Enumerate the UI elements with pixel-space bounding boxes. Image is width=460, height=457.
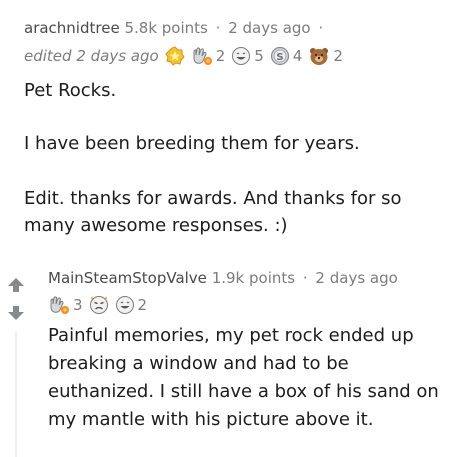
- comment-points: 5.8k points: [124, 19, 208, 37]
- award-haha[interactable]: 5: [231, 46, 264, 66]
- downvote-arrow-icon[interactable]: [8, 306, 24, 320]
- reply-time[interactable]: 2 days ago: [315, 269, 397, 287]
- award-count: 3: [73, 296, 83, 314]
- award-crying[interactable]: [89, 295, 109, 315]
- haha-face-award-icon: [115, 296, 134, 314]
- gold-star-award-icon: [165, 46, 185, 66]
- award-wholesome[interactable]: 2: [191, 46, 226, 66]
- award-count: 2: [137, 296, 148, 314]
- separator-dot: ·: [318, 19, 324, 37]
- upvote-arrow-icon[interactable]: [8, 278, 24, 292]
- comment-paragraph: I have been breeding them for years.: [24, 133, 360, 154]
- award-wholesome[interactable]: 3: [48, 295, 83, 315]
- award-gold[interactable]: [165, 46, 185, 66]
- comment-meta: arachnidtree 5.8k points · 2 days ago ·: [24, 19, 326, 37]
- award-count: 2: [333, 47, 343, 65]
- award-silver[interactable]: S 4: [270, 46, 303, 66]
- comment-paragraph: Pet Rocks.: [24, 80, 117, 101]
- reply-meta: MainSteamStopValve 1.9k points · 2 days …: [48, 269, 398, 287]
- bear-hug-award-icon: [310, 48, 329, 65]
- reply-points: 1.9k points: [211, 269, 296, 287]
- reply-username[interactable]: MainSteamStopValve: [48, 269, 207, 287]
- comment-paragraph: Edit. thanks for awards. And thanks for …: [24, 188, 402, 236]
- wholesome-hand-award-icon: [50, 296, 69, 314]
- comment-edited-awards-row: edited 2 days ago 2 5 S 4 2: [24, 46, 343, 66]
- separator-dot: ·: [215, 19, 221, 37]
- comment-time[interactable]: 2 days ago: [228, 19, 310, 37]
- award-bear[interactable]: 2: [308, 46, 343, 66]
- comment-username[interactable]: arachnidtree: [24, 19, 120, 37]
- award-count: 5: [254, 47, 264, 65]
- award-count: 2: [215, 47, 226, 65]
- reply-body: Painful memories, my pet rock ended up b…: [48, 325, 439, 430]
- comment-edited-label: edited 2 days ago: [24, 47, 159, 65]
- separator-dot: ·: [302, 269, 308, 287]
- crying-face-award-icon: [89, 296, 108, 314]
- award-haha[interactable]: 2: [115, 295, 148, 315]
- thread-line[interactable]: [15, 332, 17, 457]
- award-count: 4: [292, 47, 303, 65]
- svg-text:S: S: [276, 52, 283, 63]
- reply-awards-row: 3 2: [48, 295, 147, 315]
- silver-coin-award-icon: S: [270, 46, 289, 66]
- haha-face-award-icon: [232, 47, 251, 65]
- wholesome-hand-award-icon: [193, 47, 212, 65]
